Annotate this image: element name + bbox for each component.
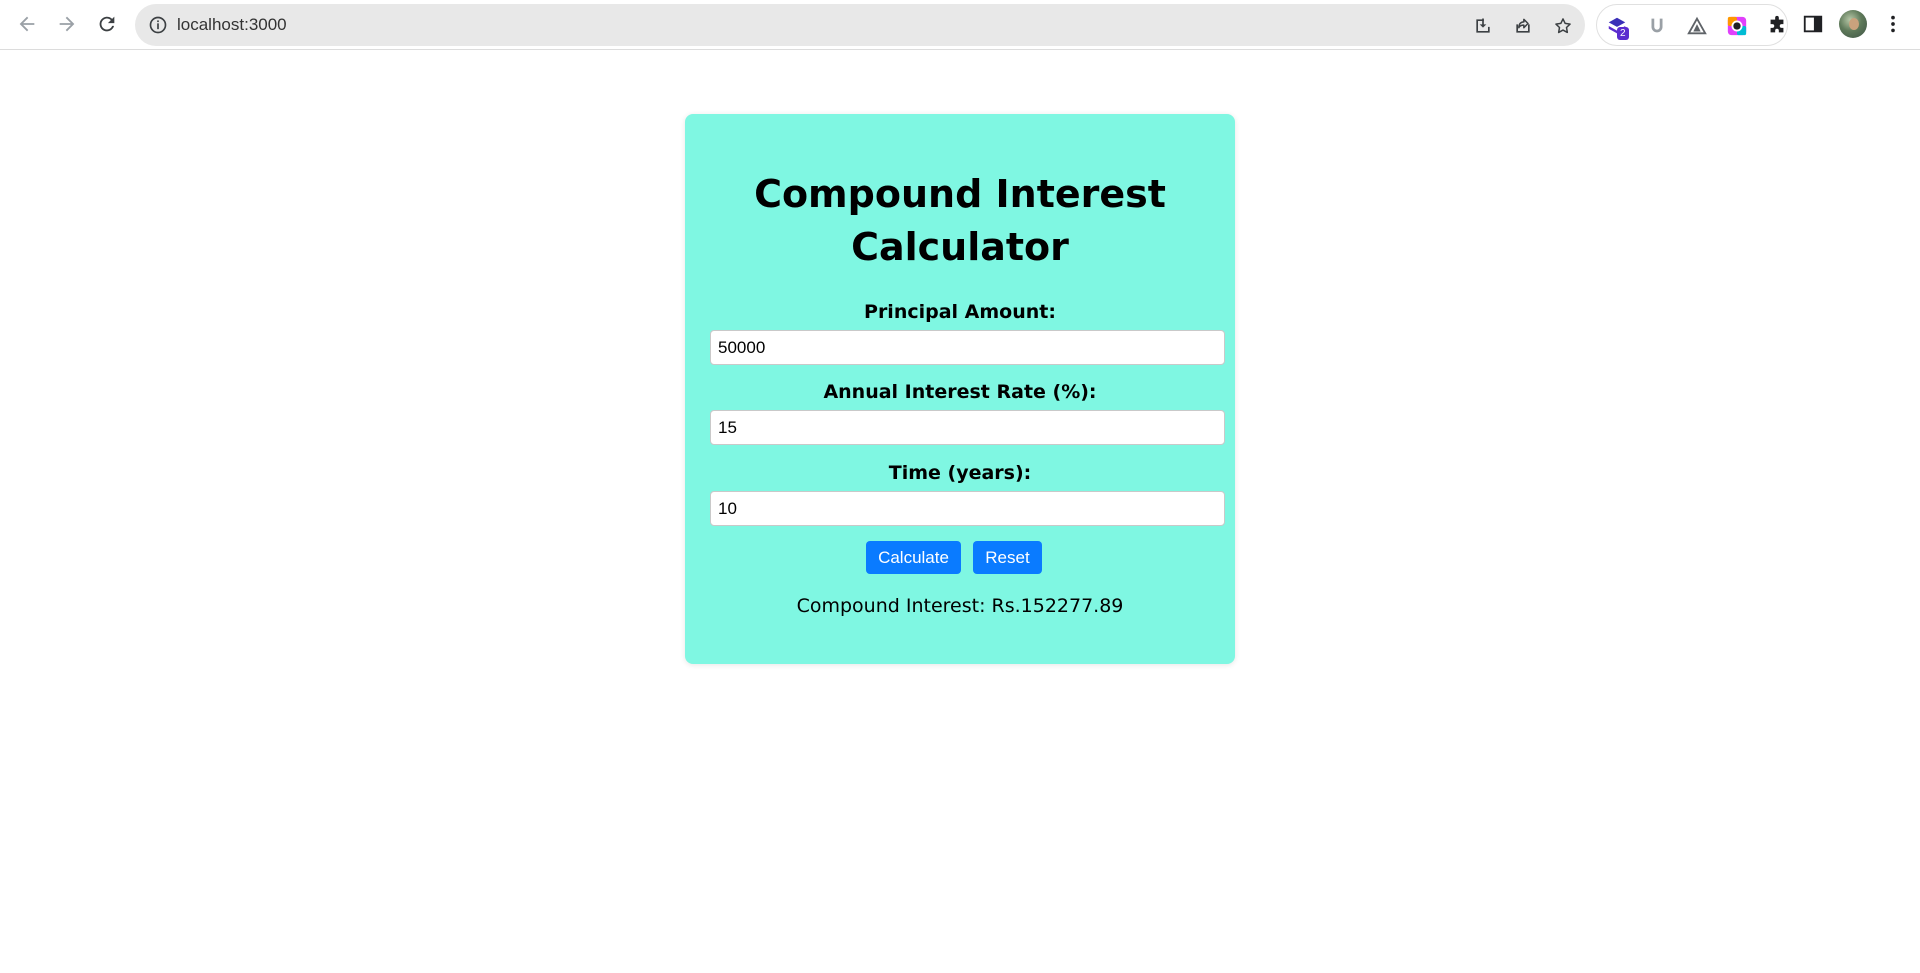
extension-badge: 2	[1617, 27, 1629, 40]
triangle-extension-button[interactable]	[1685, 14, 1709, 38]
reset-button[interactable]: Reset	[973, 541, 1042, 574]
interest-rate-input[interactable]	[710, 410, 1225, 445]
layers-extension-button[interactable]: 2	[1605, 14, 1629, 40]
arrow-right-icon	[59, 16, 75, 32]
extensions-group: 2	[1596, 4, 1788, 46]
principal-label: Principal Amount:	[864, 301, 1056, 323]
back-button[interactable]	[12, 9, 42, 39]
time-label: Time (years):	[888, 462, 1032, 484]
calculator-card: Compound Interest Calculator Principal A…	[685, 114, 1235, 664]
more-vertical-icon	[1891, 15, 1895, 33]
time-input[interactable]	[710, 491, 1225, 526]
color-ring-extension-button[interactable]	[1725, 14, 1749, 38]
interest-rate-label: Annual Interest Rate (%):	[823, 381, 1097, 403]
side-panel-icon	[1803, 15, 1823, 33]
download-icon	[1476, 18, 1490, 33]
browser-toolbar: localhost:3000 2	[0, 0, 1920, 50]
reload-icon	[99, 16, 115, 32]
puzzle-icon	[1770, 15, 1784, 33]
color-ring-extension-icon	[1727, 16, 1747, 36]
browser-menu-button[interactable]	[1880, 11, 1906, 37]
side-panel-button[interactable]	[1800, 11, 1826, 37]
extensions-menu-button[interactable]	[1765, 14, 1789, 38]
avatar-face	[1849, 18, 1859, 30]
page-title: Compound Interest Calculator	[754, 172, 1166, 269]
install-app-button[interactable]	[1471, 14, 1495, 38]
address-bar[interactable]: localhost:3000	[135, 4, 1585, 46]
star-icon	[1555, 18, 1571, 34]
u-extension-icon	[1651, 18, 1663, 33]
url-text[interactable]: localhost:3000	[177, 14, 287, 36]
share-icon	[1516, 18, 1530, 33]
principal-input[interactable]	[710, 330, 1225, 365]
arrow-left-icon	[19, 16, 35, 32]
u-extension-button[interactable]	[1645, 14, 1669, 38]
reload-button[interactable]	[92, 9, 122, 39]
result-text: Compound Interest: Rs.152277.89	[796, 595, 1124, 617]
profile-avatar[interactable]	[1839, 10, 1867, 38]
bookmark-button[interactable]	[1551, 14, 1575, 38]
triangle-extension-icon	[1687, 16, 1707, 35]
calculate-button[interactable]: Calculate	[866, 541, 961, 574]
forward-button[interactable]	[52, 9, 82, 39]
share-button[interactable]	[1511, 14, 1535, 38]
info-icon[interactable]	[148, 15, 168, 35]
